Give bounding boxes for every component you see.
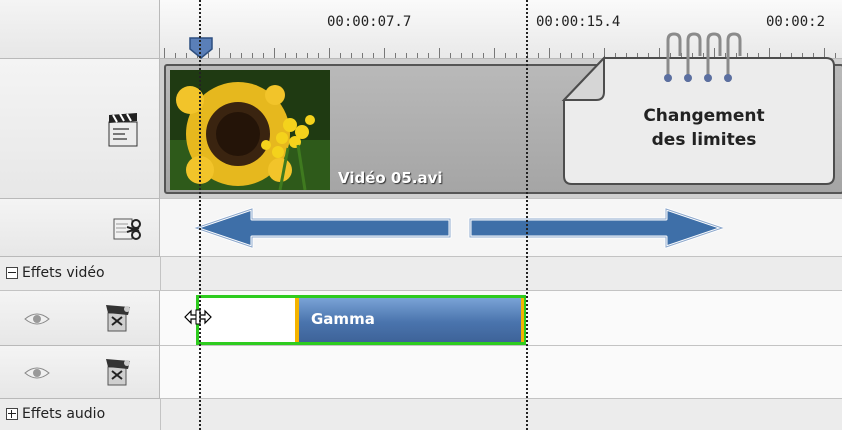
- effect-right-handle[interactable]: [521, 298, 524, 342]
- ruler-time-3: 00:00:2: [766, 14, 826, 30]
- expand-audio-effects[interactable]: Effets audio: [6, 406, 105, 422]
- ruler-tick: [362, 53, 363, 58]
- video-effects-section[interactable]: Effets vidéo: [0, 257, 842, 291]
- audio-effects-label: Effets audio: [22, 406, 106, 422]
- section-divider: [160, 399, 161, 430]
- ruler-tick: [318, 53, 319, 58]
- expand-icon[interactable]: [6, 408, 18, 420]
- ruler-tick: [494, 48, 495, 58]
- ruler-tick: [549, 48, 550, 58]
- move-cursor-icon: [184, 309, 212, 325]
- effect-track-1: Gamma: [160, 291, 842, 346]
- ruler-tick: [329, 48, 330, 58]
- effect-track-1-header: [0, 291, 160, 346]
- ruler-tick: [230, 53, 231, 58]
- ruler-tick: [307, 53, 308, 58]
- ruler-tick: [175, 53, 176, 58]
- ruler-tick: [340, 53, 341, 58]
- section-divider: [160, 257, 161, 291]
- collapse-video-effects[interactable]: Effets vidéo: [6, 265, 105, 281]
- effect-icon[interactable]: [104, 303, 132, 333]
- ruler-tick: [428, 53, 429, 58]
- ruler-tick: [461, 53, 462, 58]
- ruler-tick: [252, 53, 253, 58]
- eye-icon[interactable]: [22, 363, 52, 383]
- ruler-tick: [483, 53, 484, 58]
- tooltip-callout: Changement des limites: [560, 32, 838, 188]
- transition-track: [160, 199, 842, 257]
- playhead-line: [199, 0, 201, 430]
- callout-line-2: des limites: [651, 130, 757, 150]
- effect-selection[interactable]: Gamma: [196, 295, 526, 345]
- ruler-tick: [538, 53, 539, 58]
- ruler-tick: [406, 53, 407, 58]
- callout-line-1: Changement: [643, 106, 765, 126]
- ruler-tick: [373, 53, 374, 58]
- ruler-tick: [274, 48, 275, 58]
- effect-track-2: [160, 346, 842, 399]
- clapperboard-icon: [108, 113, 138, 147]
- ruler-tick: [384, 48, 385, 58]
- clip-thumbnail: [170, 70, 330, 190]
- video-track-header: [0, 59, 160, 199]
- playhead-marker[interactable]: [188, 36, 214, 60]
- eye-icon[interactable]: [22, 309, 52, 329]
- collapse-icon[interactable]: [6, 267, 18, 279]
- scissors-icon: [113, 218, 141, 240]
- ruler-tick: [472, 53, 473, 58]
- ruler-tick: [186, 53, 187, 58]
- gamma-effect-block[interactable]: Gamma: [299, 298, 521, 342]
- ruler-tick: [351, 53, 352, 58]
- ruler-tick: [417, 53, 418, 58]
- ruler-tick: [505, 53, 506, 58]
- effect-track-2-header: [0, 346, 160, 399]
- transition-track-header: [0, 199, 160, 257]
- ruler-time-2: 00:00:15.4: [536, 14, 621, 30]
- boundary-line: [526, 0, 528, 430]
- ruler-tick: [285, 53, 286, 58]
- ruler-tick: [516, 53, 517, 58]
- ruler-tick: [219, 48, 220, 58]
- gamma-label: Gamma: [311, 310, 375, 328]
- video-effects-label: Effets vidéo: [22, 265, 105, 281]
- effect-icon[interactable]: [104, 357, 132, 387]
- ruler-tick: [450, 53, 451, 58]
- ruler-corner: [0, 0, 160, 59]
- ruler-tick: [296, 53, 297, 58]
- callout-text: Changement des limites: [604, 104, 804, 152]
- ruler-tick: [395, 53, 396, 58]
- clip-label: Vidéo 05.avi: [338, 169, 443, 187]
- ruler-time-1: 00:00:07.7: [327, 14, 412, 30]
- ruler-tick: [263, 53, 264, 58]
- ruler-tick: [241, 53, 242, 58]
- resize-arrows-icon: [194, 207, 724, 249]
- ruler-tick: [439, 48, 440, 58]
- ruler-tick: [164, 48, 165, 58]
- audio-effects-section[interactable]: Effets audio: [0, 399, 842, 430]
